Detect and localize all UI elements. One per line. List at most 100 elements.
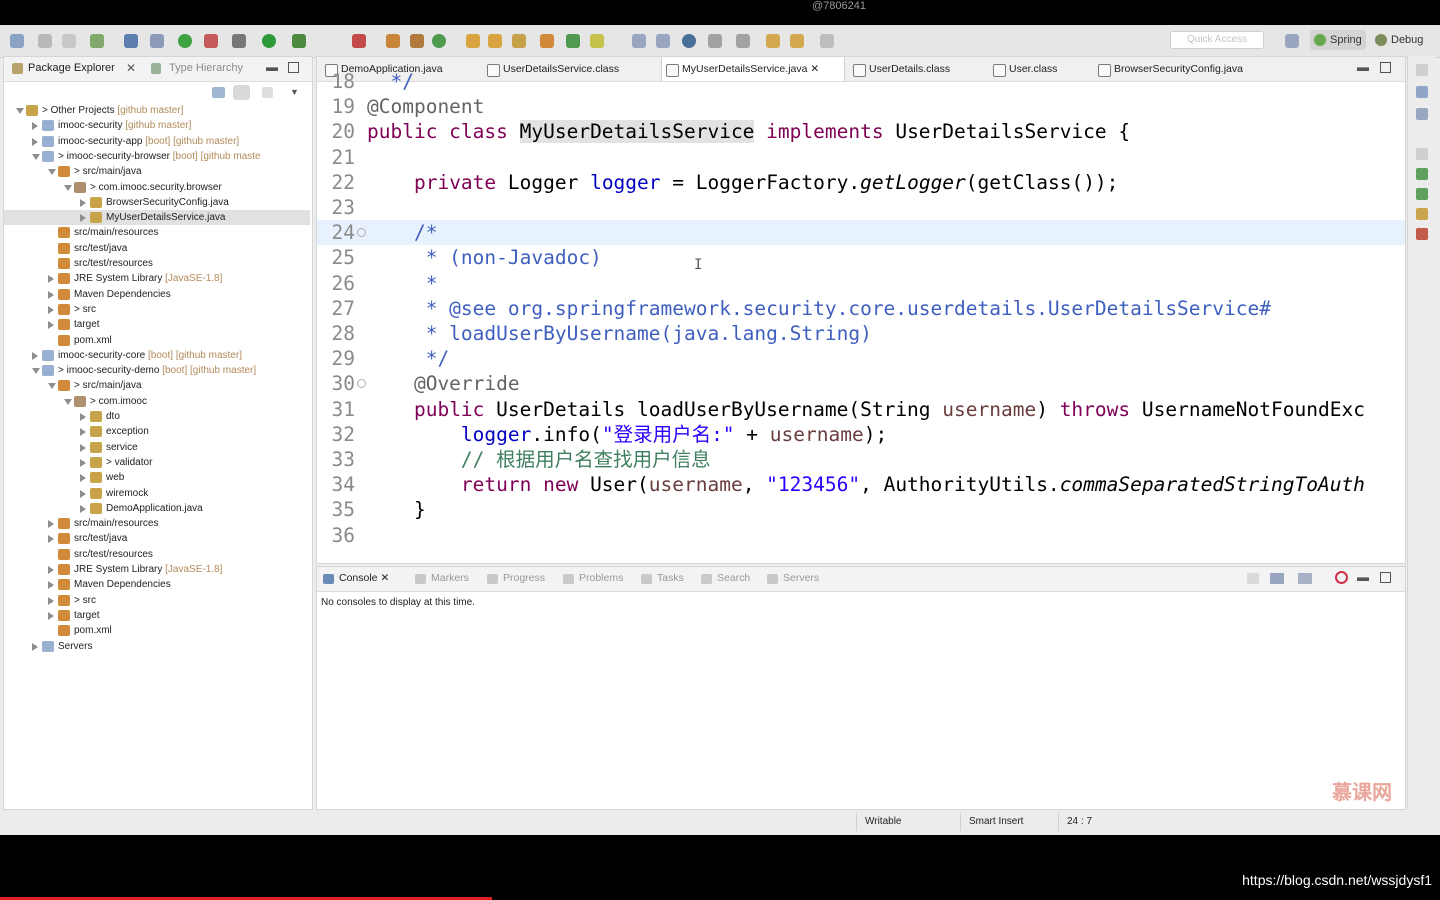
collapse-arrow-icon[interactable] (48, 581, 54, 590)
tab-package-explorer[interactable]: Package Explorer (28, 62, 115, 74)
console-tab[interactable]: Progress (487, 572, 545, 584)
focus-task-icon[interactable] (262, 87, 273, 98)
print-icon[interactable] (62, 34, 76, 48)
collapse-arrow-icon[interactable] (48, 305, 54, 314)
collapse-arrow-icon[interactable] (48, 520, 54, 529)
restore-icon[interactable] (1416, 64, 1428, 76)
perspective-spring[interactable]: Spring (1310, 30, 1366, 50)
back-icon[interactable] (766, 34, 780, 48)
console-tab[interactable]: Console ✕ (323, 572, 389, 584)
tree-node[interactable]: MyUserDetailsService.java (4, 210, 310, 226)
expand-arrow-icon[interactable] (64, 184, 72, 191)
console-tab[interactable]: Tasks (641, 572, 684, 584)
annotation-icon[interactable] (708, 34, 722, 48)
build-icon[interactable] (90, 34, 104, 48)
collapse-arrow-icon[interactable] (48, 535, 54, 544)
globe-icon[interactable] (682, 34, 696, 48)
open-perspective-icon[interactable] (1285, 34, 1299, 48)
expand-arrow-icon[interactable] (48, 383, 56, 390)
package-icon[interactable] (540, 34, 554, 48)
console-action-icon[interactable] (1247, 573, 1259, 584)
task-list-icon[interactable] (1416, 108, 1428, 120)
expand-arrow-icon[interactable] (32, 368, 40, 375)
debug-icon[interactable] (232, 34, 246, 48)
minimize-icon[interactable]: ▬ (266, 60, 278, 74)
collapse-arrow-icon[interactable] (48, 321, 54, 330)
tab-close-icon[interactable]: ✕ (378, 572, 389, 584)
collapse-arrow-icon[interactable] (48, 611, 54, 620)
highlight-icon[interactable] (590, 34, 604, 48)
console-tab[interactable]: Problems (563, 572, 623, 584)
collapse-arrow-icon[interactable] (80, 428, 86, 437)
collapse-arrow-icon[interactable] (80, 413, 86, 421)
expand-arrow-icon[interactable] (16, 108, 24, 114)
console-tab[interactable]: Search (701, 572, 750, 584)
collapse-arrow-icon[interactable] (80, 489, 86, 498)
code-token: , (742, 473, 767, 497)
wrench-icon[interactable] (150, 34, 164, 48)
junit-icon[interactable] (1416, 228, 1428, 240)
console-tab[interactable]: Markers (415, 572, 469, 584)
collapse-arrow-icon[interactable] (48, 566, 54, 574)
split-icon[interactable] (656, 34, 670, 48)
next-annotation-icon[interactable] (736, 34, 750, 48)
perspective-debug[interactable]: Debug (1371, 30, 1427, 50)
console-minimize-icon[interactable]: ▬ (1357, 570, 1369, 584)
console-maximize-icon[interactable] (1380, 572, 1391, 583)
collapse-arrow-icon[interactable] (80, 458, 86, 467)
history-icon[interactable] (1416, 208, 1428, 220)
pen-icon[interactable] (512, 34, 526, 48)
folder-icon[interactable] (466, 34, 480, 48)
collapse-arrow-icon[interactable] (80, 198, 86, 207)
spring-boot-icon[interactable] (178, 34, 192, 48)
expand-arrow-icon[interactable] (48, 169, 56, 176)
fold-toggle-icon[interactable] (357, 379, 366, 389)
collapse-arrow-icon[interactable] (32, 137, 38, 146)
collapse-arrow-icon[interactable] (48, 275, 54, 284)
collapse-arrow-icon[interactable] (80, 443, 86, 452)
code-text: /* (367, 220, 438, 245)
tree-node-icon (90, 502, 102, 514)
run-icon[interactable] (262, 34, 276, 48)
save-icon[interactable] (38, 34, 52, 48)
new-icon[interactable] (10, 34, 24, 48)
collapse-arrow-icon[interactable] (80, 214, 86, 223)
display-console-icon[interactable] (1270, 573, 1284, 584)
forward-icon[interactable] (790, 34, 804, 48)
open-type-icon[interactable] (386, 34, 400, 48)
open-folder-icon[interactable] (488, 34, 502, 48)
layout-icon[interactable] (632, 34, 646, 48)
collapse-arrow-icon[interactable] (80, 504, 86, 513)
terminal-icon[interactable] (124, 34, 138, 48)
open-console-icon[interactable] (1298, 573, 1312, 584)
collapse-arrow-icon[interactable] (48, 290, 54, 299)
collapse-arrow-icon[interactable] (32, 642, 38, 651)
fold-toggle-icon[interactable] (357, 228, 366, 238)
view-menu-icon[interactable]: ▼ (290, 87, 299, 97)
collapse-all-icon[interactable] (212, 87, 225, 98)
expand-arrow-icon[interactable] (32, 153, 40, 160)
maximize-icon[interactable] (288, 62, 299, 73)
run-external-icon[interactable] (292, 34, 306, 48)
expand-arrow-icon[interactable] (64, 398, 72, 405)
new-class-icon[interactable] (352, 34, 366, 48)
collapse-arrow-icon[interactable] (32, 351, 38, 360)
link-editor-icon[interactable] (233, 85, 250, 100)
git-staging-icon[interactable] (1416, 168, 1428, 180)
refresh-icon[interactable] (432, 34, 446, 48)
console-tab[interactable]: Servers (767, 572, 819, 584)
dropdown-icon[interactable] (820, 34, 834, 48)
pin-icon[interactable] (566, 34, 580, 48)
quick-access-input[interactable]: Quick Access (1170, 31, 1264, 49)
collapse-arrow-icon[interactable] (48, 596, 54, 605)
open-task-icon[interactable] (410, 34, 424, 48)
outline-icon[interactable] (1416, 86, 1428, 98)
collapse-arrow-icon[interactable] (80, 474, 86, 483)
collapse-arrow-icon[interactable] (32, 122, 38, 131)
git-repo-icon[interactable] (1416, 188, 1428, 200)
spring-tool-icon[interactable] (1335, 571, 1348, 584)
close-icon[interactable]: ✕ (126, 61, 136, 75)
debug-stop-icon[interactable] (204, 34, 218, 48)
tab-type-hierarchy[interactable]: Type Hierarchy (169, 62, 243, 74)
restore-console-icon[interactable] (1416, 148, 1428, 160)
